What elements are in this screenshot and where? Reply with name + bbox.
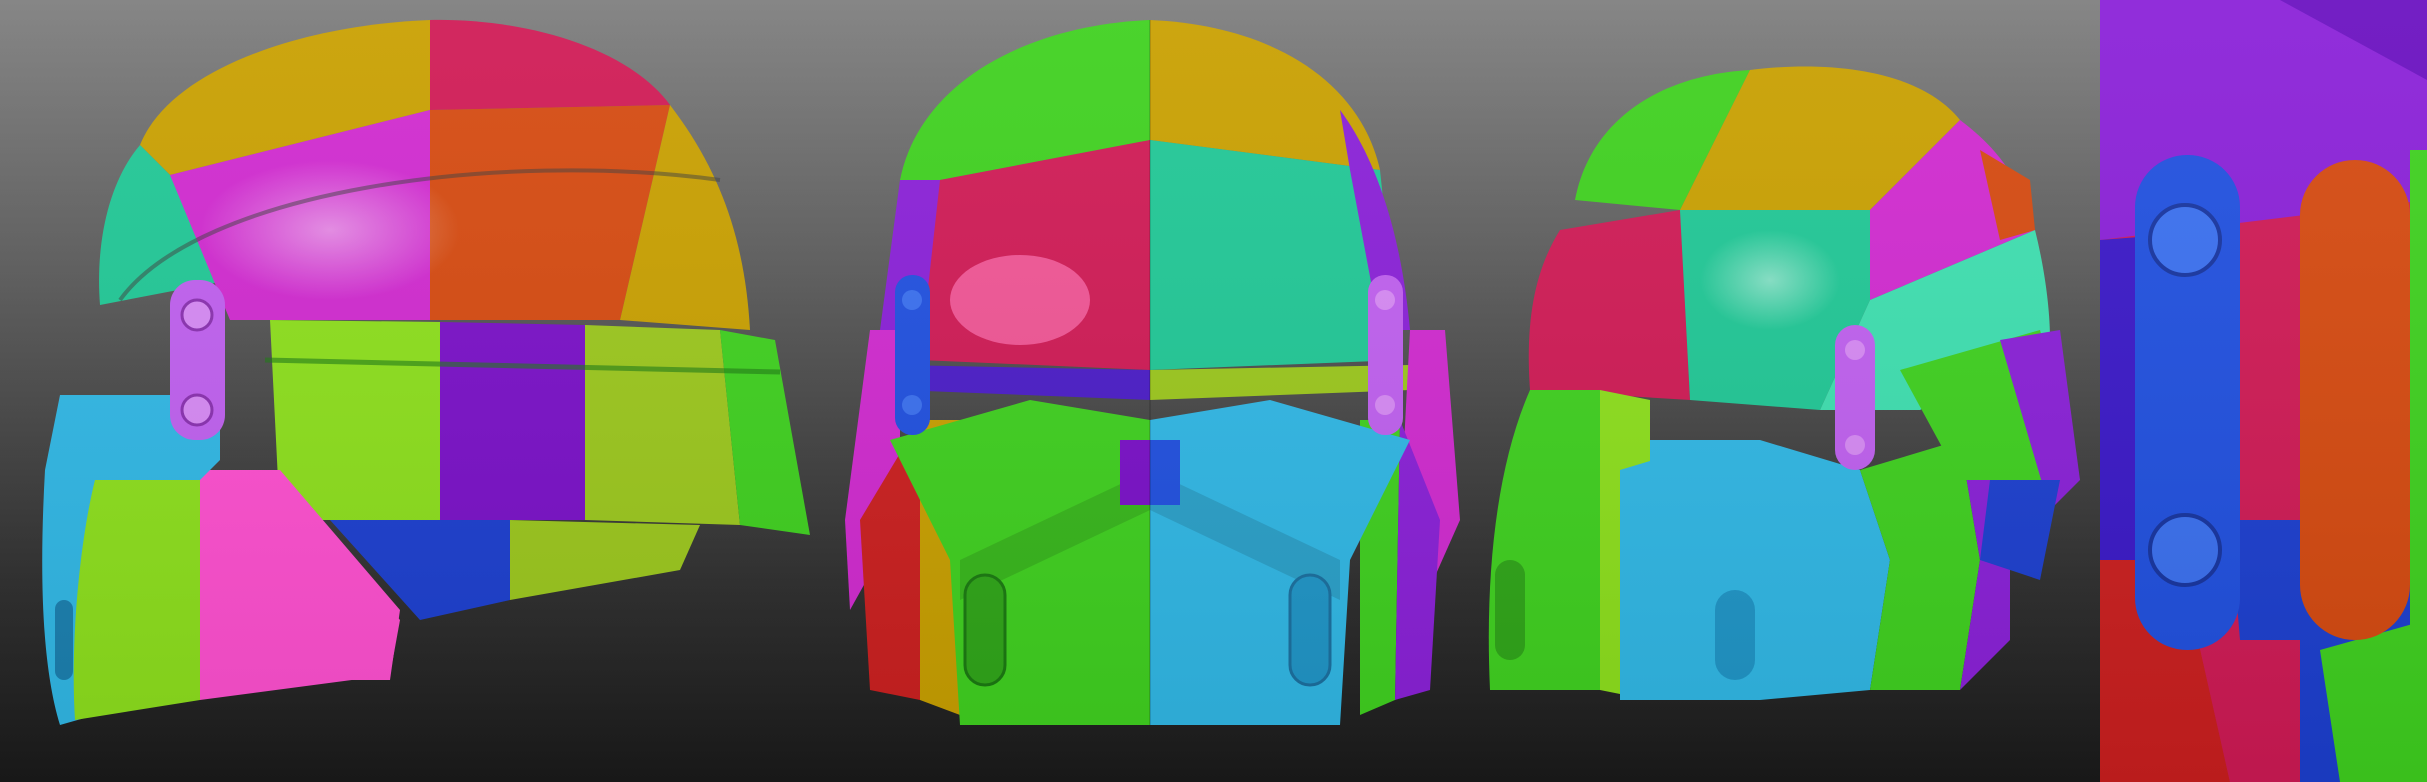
lighting-overlay bbox=[0, 0, 2427, 782]
viewport-background bbox=[0, 0, 2427, 782]
helmet-render-canvas bbox=[0, 0, 2427, 782]
